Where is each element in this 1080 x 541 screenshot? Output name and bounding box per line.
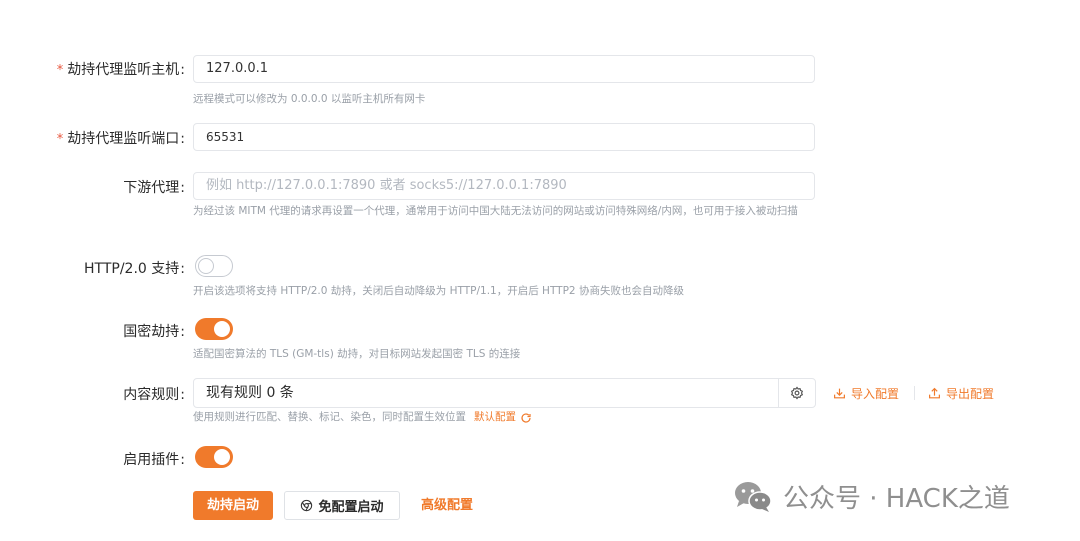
- host-label-wrap: * 劫持代理监听主机:: [57, 60, 185, 81]
- http2-label: HTTP/2.0 支持: [84, 261, 180, 277]
- label-colon: :: [180, 387, 185, 403]
- import-config-label: 导入配置: [851, 387, 900, 401]
- downstream-help: 为经过该 MITM 代理的请求再设置一个代理，通常用于访问中国大陆无法访问的网站…: [193, 205, 798, 217]
- watermark: 公众号 · HACK之道: [733, 478, 1010, 515]
- required-mark: *: [56, 132, 64, 147]
- export-icon: [929, 387, 940, 399]
- port-input[interactable]: 65531: [193, 123, 815, 151]
- rules-count: 现有规则 0 条: [206, 385, 294, 401]
- toggle-knob: [214, 449, 230, 465]
- rules-help: 使用规则进行匹配、替换、标记、染色，同时配置生效位置: [193, 411, 466, 423]
- host-label: 劫持代理监听主机: [67, 62, 180, 78]
- downstream-label-wrap: 下游代理:: [123, 178, 185, 198]
- advanced-config-link[interactable]: 高级配置: [421, 491, 473, 520]
- plugins-toggle[interactable]: [195, 446, 233, 468]
- no-config-start-label: 免配置启动: [318, 500, 384, 515]
- port-label: 劫持代理监听端口: [67, 131, 180, 147]
- label-colon: :: [180, 180, 185, 196]
- port-label-wrap: * 劫持代理监听端口:: [57, 129, 185, 150]
- toggle-knob: [214, 321, 230, 337]
- plugins-label: 启用插件: [123, 452, 180, 468]
- http2-help: 开启该选项将支持 HTTP/2.0 劫持，关闭后自动降级为 HTTP/1.1，开…: [193, 285, 684, 297]
- chrome-icon: [301, 499, 313, 512]
- rules-label: 内容规则: [123, 387, 180, 403]
- downstream-label: 下游代理: [123, 180, 180, 196]
- import-config-link[interactable]: 导入配置: [833, 385, 899, 402]
- gm-help: 适配国密算法的 TLS (GM-tls) 劫持，对目标网站发起国密 TLS 的连…: [193, 348, 521, 360]
- label-colon: :: [180, 324, 185, 340]
- downstream-input[interactable]: 例如 http://127.0.0.1:7890 或者 socks5://127…: [193, 172, 815, 200]
- label-colon: :: [180, 452, 185, 468]
- rules-settings-button[interactable]: [778, 379, 815, 407]
- plugins-label-wrap: 启用插件:: [123, 450, 185, 470]
- host-help: 远程模式可以修改为 0.0.0.0 以监听主机所有网卡: [193, 93, 426, 105]
- default-config-label: 默认配置: [474, 411, 516, 423]
- label-colon: :: [180, 131, 185, 147]
- start-hijack-button[interactable]: 劫持启动: [193, 491, 273, 520]
- import-icon: [834, 388, 845, 399]
- toggle-knob: [198, 257, 214, 274]
- host-input[interactable]: 127.0.0.1: [193, 55, 815, 83]
- gear-icon: [790, 386, 804, 400]
- watermark-text: 公众号 · HACK之道: [783, 484, 1010, 514]
- no-config-start-button[interactable]: 免配置启动: [284, 491, 400, 520]
- export-config-link[interactable]: 导出配置: [928, 385, 994, 402]
- default-config-link[interactable]: 默认配置: [474, 410, 532, 425]
- rules-label-wrap: 内容规则:: [123, 385, 185, 405]
- export-config-label: 导出配置: [946, 387, 995, 401]
- label-colon: :: [180, 261, 185, 277]
- divider: [914, 386, 915, 400]
- http2-label-wrap: HTTP/2.0 支持:: [84, 259, 185, 279]
- gm-label: 国密劫持: [123, 324, 180, 340]
- http2-toggle[interactable]: [195, 255, 233, 277]
- label-colon: :: [180, 62, 185, 78]
- rules-field[interactable]: 现有规则 0 条: [193, 378, 816, 408]
- gm-toggle[interactable]: [195, 318, 233, 340]
- rules-help-wrap: 使用规则进行匹配、替换、标记、染色，同时配置生效位置 默认配置: [193, 410, 818, 425]
- gm-label-wrap: 国密劫持:: [123, 322, 185, 342]
- wechat-icon: [735, 481, 772, 512]
- required-mark: *: [56, 63, 64, 78]
- refresh-icon: [521, 412, 531, 423]
